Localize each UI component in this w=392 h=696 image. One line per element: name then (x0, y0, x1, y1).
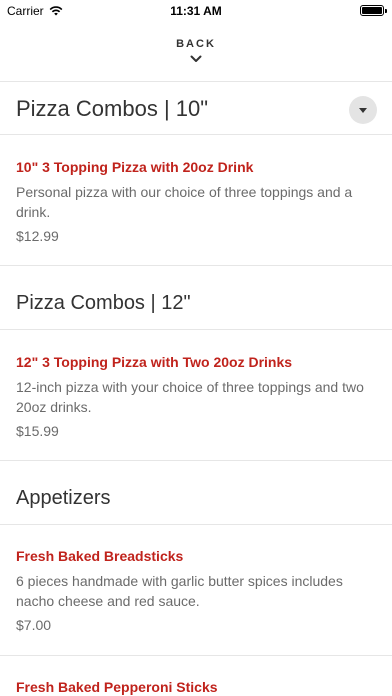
menu-item[interactable]: Fresh Baked Pepperoni Sticks (16, 678, 376, 696)
section-title-appetizers[interactable]: Appetizers (16, 487, 111, 510)
menu-item-name: Fresh Baked Breadsticks (16, 548, 184, 564)
menu-item[interactable]: 12" 3 Topping Pizza with Two 20oz Drinks… (16, 353, 376, 441)
back-label: BACK (176, 38, 216, 50)
chevron-down-icon (190, 55, 202, 62)
divider (0, 265, 392, 266)
battery-icon (360, 5, 387, 16)
status-time: 11:31 AM (170, 4, 222, 18)
menu-item-name: Fresh Baked Pepperoni Sticks (16, 679, 218, 695)
menu-item-description: Personal pizza with our choice of three … (16, 184, 353, 220)
caret-down-icon[interactable] (349, 96, 377, 124)
menu-item-price: $15.99 (16, 423, 59, 439)
divider (0, 460, 392, 461)
menu-item-price: $7.00 (16, 617, 52, 633)
back-button[interactable]: BACK (0, 30, 392, 80)
menu-item-description: 6 pieces handmade with garlic butter spi… (16, 573, 343, 609)
divider (0, 524, 392, 525)
divider (0, 134, 392, 135)
menu-item-name: 12" 3 Topping Pizza with Two 20oz Drinks (16, 354, 293, 370)
divider (0, 655, 392, 656)
divider (0, 81, 392, 82)
menu-item[interactable]: 10" 3 Topping Pizza with 20oz Drink Pers… (16, 158, 376, 246)
menu-item[interactable]: Fresh Baked Breadsticks 6 pieces handmad… (16, 547, 376, 635)
divider (0, 329, 392, 330)
section-title-pizza-combos-12[interactable]: Pizza Combos | 12" (16, 292, 191, 315)
menu-item-price: $12.99 (16, 228, 59, 244)
section-title-pizza-combos-10[interactable]: Pizza Combos | 10" (16, 96, 208, 122)
menu-item-name: 10" 3 Topping Pizza with 20oz Drink (16, 159, 254, 175)
menu-item-description: 12-inch pizza with your choice of three … (16, 379, 364, 415)
status-bar: Carrier 11:31 AM (0, 0, 392, 22)
